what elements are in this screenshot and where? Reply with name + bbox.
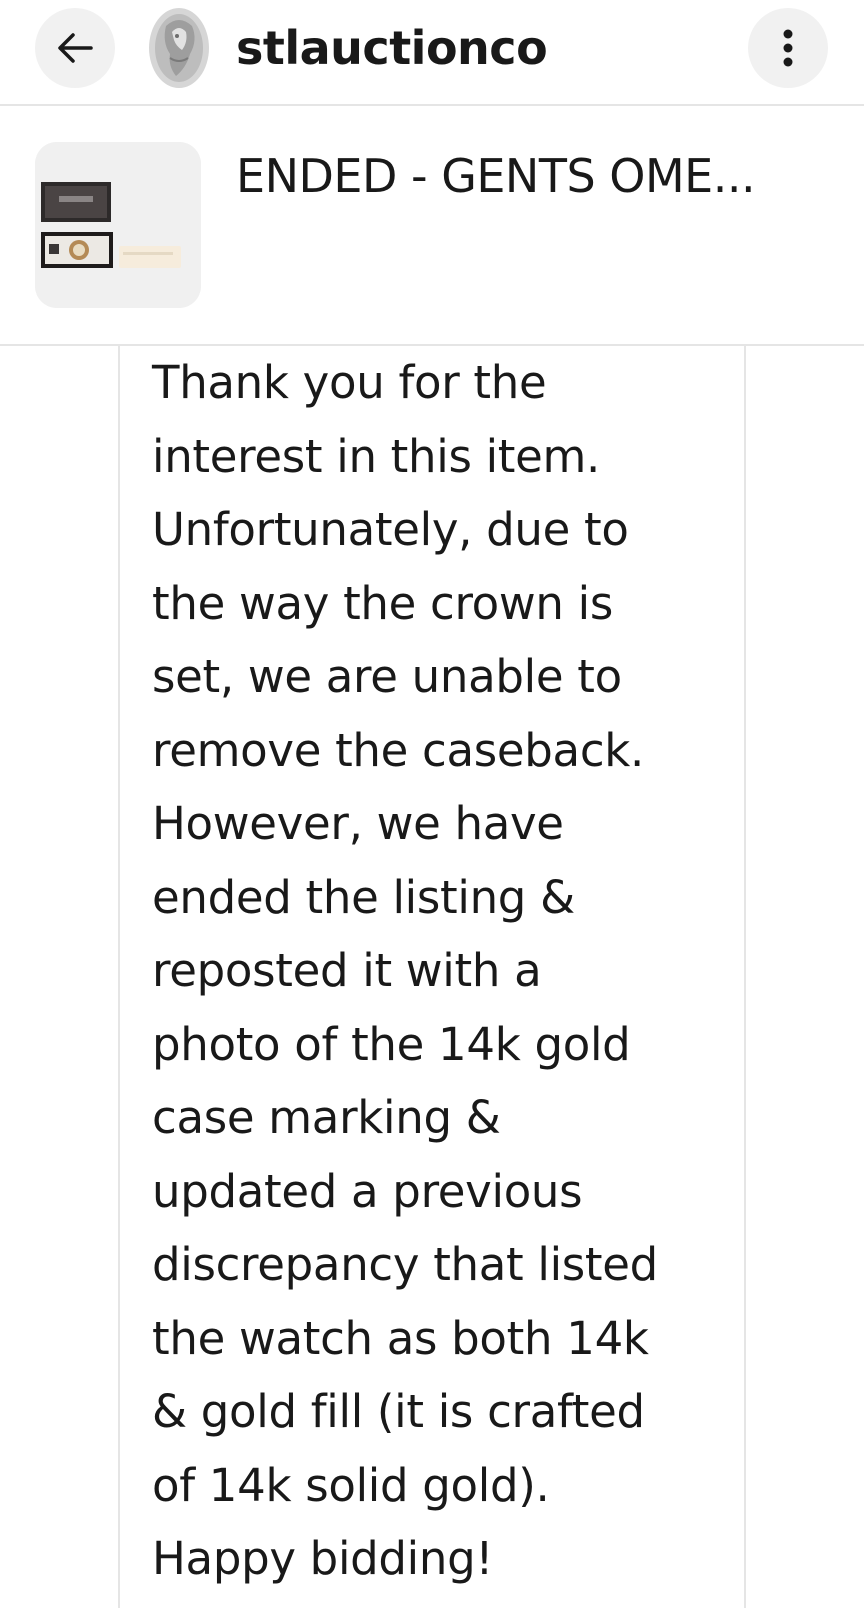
listing-thumbnail[interactable] (35, 142, 201, 308)
arrow-left-icon (58, 33, 93, 63)
listing-title[interactable]: ENDED - GENTS OME... (236, 146, 836, 206)
seller-logo-icon (149, 8, 209, 88)
avatar[interactable] (146, 6, 212, 90)
message-text: Thank you for the interest in this item.… (152, 356, 658, 1585)
back-button[interactable] (35, 8, 115, 88)
vertical-dots-icon (783, 29, 793, 67)
seller-username[interactable]: stlauctionco (236, 18, 548, 78)
more-options-button[interactable] (748, 8, 828, 88)
message-bubble: Thank you for the interest in this item.… (118, 346, 746, 1608)
chat-header: stlauctionco (0, 0, 864, 106)
listing-card[interactable]: ENDED - GENTS OME... (0, 106, 864, 346)
watch-box-image-icon (35, 142, 201, 308)
